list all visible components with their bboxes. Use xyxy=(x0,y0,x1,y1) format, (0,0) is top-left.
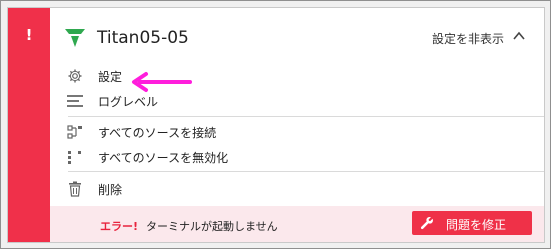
menu-item-log-level[interactable]: ログレベル xyxy=(50,89,544,113)
chevron-up-icon[interactable] xyxy=(512,30,526,42)
wrench-icon xyxy=(420,216,433,230)
alert-exclamation-icon: ! xyxy=(25,26,33,44)
error-label: エラー! xyxy=(100,220,139,233)
window-frame: ! Titan05-05 設定を非表示 設定 ログレベル すべてのソースを接続 … xyxy=(0,0,551,249)
menu-item-label: ログレベル xyxy=(98,95,159,109)
connect-sources-icon xyxy=(67,125,82,139)
log-lines-icon xyxy=(67,95,83,107)
menu-item-label: すべてのソースを無効化 xyxy=(98,151,229,165)
menu-item-label: 設定 xyxy=(98,70,123,84)
menu-item-disable-all-sources[interactable]: すべてのソースを無効化 xyxy=(50,145,544,169)
fix-problem-button[interactable]: 問題を修正 xyxy=(412,211,532,235)
error-bar: エラー! ターミナルが起動しません 問題を修正 xyxy=(50,206,544,242)
menu-item-delete[interactable]: 削除 xyxy=(50,177,544,201)
menu-item-label: 削除 xyxy=(98,183,123,197)
gear-icon xyxy=(68,69,82,83)
hide-settings-link[interactable]: 設定を非表示 xyxy=(432,30,504,47)
source-card: ! Titan05-05 設定を非表示 設定 ログレベル すべてのソースを接続 … xyxy=(7,7,545,243)
titan-logo-icon xyxy=(65,29,85,47)
fix-button-label: 問題を修正 xyxy=(446,218,507,232)
card-header: Titan05-05 設定を非表示 xyxy=(50,8,544,58)
menu-divider xyxy=(68,171,544,172)
menu-item-connect-all-sources[interactable]: すべてのソースを接続 xyxy=(50,120,544,144)
menu-item-settings[interactable]: 設定 xyxy=(50,64,544,88)
menu-divider xyxy=(68,116,544,117)
alert-strip: ! xyxy=(8,8,50,242)
trash-icon xyxy=(69,181,81,197)
menu-item-label: すべてのソースを接続 xyxy=(98,126,217,140)
error-message: ターミナルが起動しません xyxy=(146,220,278,233)
source-title: Titan05-05 xyxy=(97,28,189,48)
annotation-arrow-icon xyxy=(132,72,192,92)
disable-sources-icon xyxy=(68,151,81,164)
